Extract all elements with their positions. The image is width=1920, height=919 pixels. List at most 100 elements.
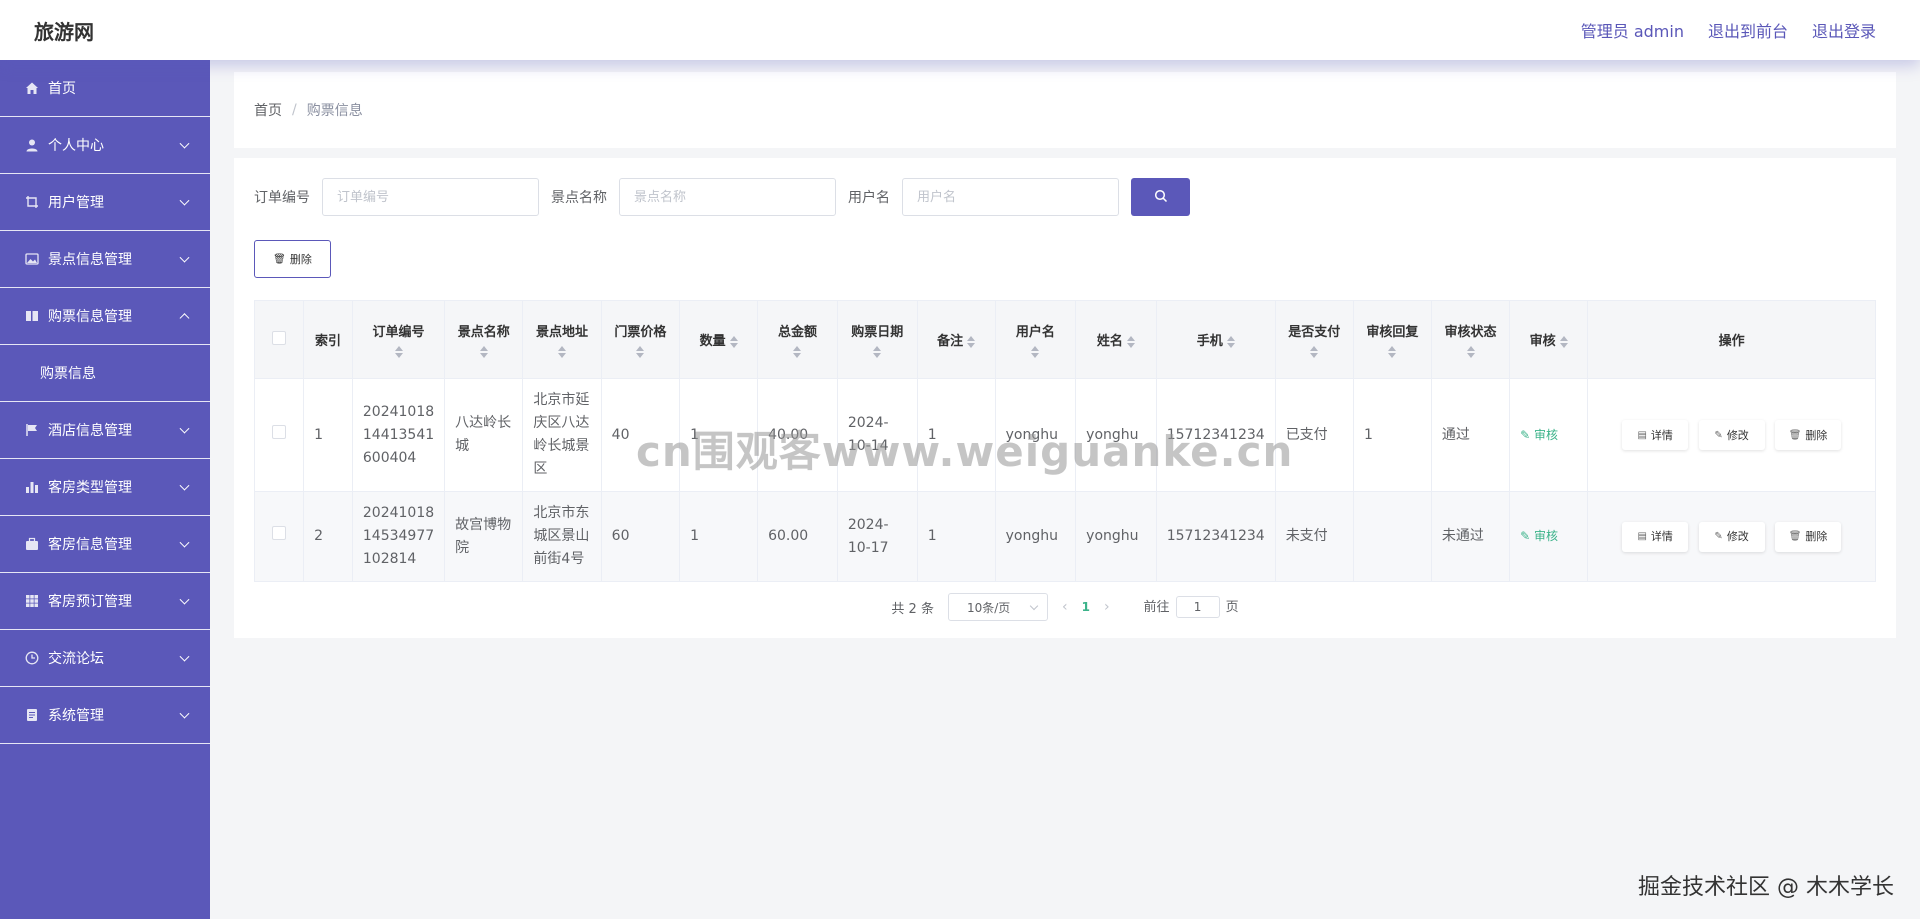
document-icon: ▤ (1637, 429, 1647, 441)
page-number[interactable]: 1 (1082, 600, 1090, 614)
row-checkbox[interactable] (272, 424, 287, 439)
detail-button[interactable]: ▤ 详情 (1622, 521, 1689, 552)
sort-icon[interactable] (873, 346, 882, 358)
cell-reply: 1 (1352, 378, 1432, 492)
batch-delete-button[interactable]: 🗑 删除 (254, 240, 331, 278)
sidebar-item-hotel-management[interactable]: 酒店信息管理 (0, 402, 210, 459)
column-header[interactable]: 购票日期 (836, 300, 918, 379)
column-header[interactable]: 订单编号 (351, 300, 446, 379)
column-header[interactable]: 审核回复 (1352, 300, 1432, 379)
column-header[interactable]: 景点名称 (444, 300, 524, 379)
username-input[interactable] (902, 178, 1119, 216)
cell-spot: 故宫博物院 (444, 491, 524, 582)
sidebar-item-label: 用户管理 (48, 195, 104, 211)
sort-icon[interactable] (1031, 346, 1040, 358)
edit-icon: ✎ (1520, 529, 1534, 543)
user-icon (24, 137, 40, 153)
order-no-input[interactable] (322, 178, 539, 216)
search-button[interactable] (1131, 178, 1190, 216)
delete-button[interactable]: 🗑 删除 (1775, 420, 1842, 450)
sort-icon[interactable] (967, 335, 976, 348)
next-page-icon[interactable]: › (1104, 599, 1110, 615)
row-checkbox[interactable] (272, 526, 287, 540)
detail-button[interactable]: ▤ 详情 (1622, 420, 1689, 450)
trash-icon: 🗑 (1788, 531, 1802, 542)
breadcrumb-home[interactable]: 首页 (254, 100, 282, 120)
sort-icon[interactable] (793, 346, 802, 358)
sidebar-item-forum[interactable]: 交流论坛 (0, 630, 210, 687)
goto-group: 前往 页 (1144, 596, 1239, 618)
column-header[interactable]: 备注 (916, 300, 996, 379)
spot-name-label: 景点名称 (551, 190, 607, 206)
sort-icon[interactable] (636, 346, 645, 358)
admin-user-label[interactable]: 管理员 admin (1581, 18, 1684, 42)
chevron-down-icon (179, 423, 190, 434)
breadcrumb-current: 购票信息 (306, 103, 363, 119)
sidebar-item-label: 客房类型管理 (48, 480, 132, 496)
sort-icon[interactable] (729, 335, 738, 348)
prev-page-icon[interactable]: ‹ (1062, 599, 1068, 615)
cell-name: yonghu (1075, 378, 1157, 492)
sidebar-item-label: 客房预订管理 (48, 594, 132, 610)
sort-icon[interactable] (1310, 346, 1319, 358)
column-header[interactable]: 总金额 (757, 300, 838, 379)
grid-icon (24, 593, 40, 609)
sidebar-item-user-management[interactable]: 用户管理 (0, 174, 210, 231)
sidebar: 首页 个人中心 用户管理 景点信息管理 购票信息管理 购票信息 酒店信息管理 客… (0, 60, 210, 919)
goto-suffix: 页 (1225, 600, 1239, 615)
sort-icon[interactable] (1388, 346, 1397, 358)
sort-icon[interactable] (1226, 335, 1235, 348)
edit-button[interactable]: ✎ 修改 (1698, 521, 1765, 552)
logout-link[interactable]: 退出登录 (1812, 18, 1876, 42)
chevron-down-icon (179, 252, 190, 263)
sidebar-item-system-management[interactable]: 系统管理 (0, 687, 210, 744)
sort-icon[interactable] (1466, 346, 1475, 358)
column-header: 索引 (303, 300, 353, 379)
sidebar-item-label: 购票信息管理 (48, 309, 132, 325)
cell-date: 2024-10-14 (836, 378, 918, 492)
audit-link[interactable]: ✎ 审核 (1520, 529, 1558, 543)
goto-page-input[interactable] (1175, 596, 1220, 618)
sort-icon[interactable] (558, 346, 567, 358)
sort-icon[interactable] (479, 346, 488, 358)
audit-link[interactable]: ✎ 审核 (1520, 428, 1558, 442)
cell-date: 2024-10-17 (836, 491, 918, 582)
sidebar-item-room-info-management[interactable]: 客房信息管理 (0, 516, 210, 573)
column-header[interactable]: 审核 (1509, 300, 1589, 379)
exit-to-front-link[interactable]: 退出到前台 (1708, 18, 1788, 42)
sidebar-item-label: 客房信息管理 (48, 537, 132, 553)
column-header[interactable]: 门票价格 (600, 300, 681, 379)
column-header[interactable]: 景点地址 (522, 300, 602, 379)
search-icon (1154, 189, 1168, 206)
column-header[interactable]: 手机 (1155, 300, 1276, 379)
spot-name-input[interactable] (619, 178, 836, 216)
sidebar-subitem-ticket-info[interactable]: 购票信息 (0, 345, 210, 402)
sidebar-item-room-booking-management[interactable]: 客房预订管理 (0, 573, 210, 630)
trash-icon: 🗑 (1788, 429, 1802, 441)
column-header[interactable]: 审核状态 (1430, 300, 1511, 379)
ticket-table: 索引 订单编号 景点名称 景点地址 门票价格 数量 总金额 购票日期 备注 用户… (253, 300, 1876, 582)
sort-icon[interactable] (1559, 335, 1568, 348)
sidebar-item-scenic-management[interactable]: 景点信息管理 (0, 231, 210, 288)
column-header[interactable]: 数量 (679, 300, 759, 379)
top-header: 旅游网 管理员 admin 退出到前台 退出登录 (0, 0, 1920, 60)
sidebar-item-ticket-management[interactable]: 购票信息管理 (0, 288, 210, 345)
sidebar-item-personal-center[interactable]: 个人中心 (0, 117, 210, 174)
bar-chart-icon (24, 479, 40, 495)
sort-icon[interactable] (394, 346, 403, 358)
column-header[interactable]: 是否支付 (1274, 300, 1354, 379)
search-bar: 订单编号 景点名称 用户名 (254, 178, 1876, 216)
delete-button[interactable]: 🗑 删除 (1775, 521, 1842, 552)
page-size-select[interactable]: 10条/页 (947, 593, 1048, 621)
edit-button[interactable]: ✎ 修改 (1698, 420, 1765, 450)
sort-icon[interactable] (1126, 335, 1135, 348)
cell-price: 60 (600, 491, 681, 582)
cell-spot: 八达岭长城 (444, 378, 524, 492)
column-header[interactable]: 姓名 (1075, 300, 1157, 379)
select-all-checkbox[interactable] (272, 330, 287, 345)
cell-price: 40 (600, 378, 681, 492)
column-header[interactable]: 用户名 (994, 300, 1077, 379)
chevron-down-icon (179, 195, 190, 206)
sidebar-item-home[interactable]: 首页 (0, 60, 210, 117)
sidebar-item-room-type-management[interactable]: 客房类型管理 (0, 459, 210, 516)
